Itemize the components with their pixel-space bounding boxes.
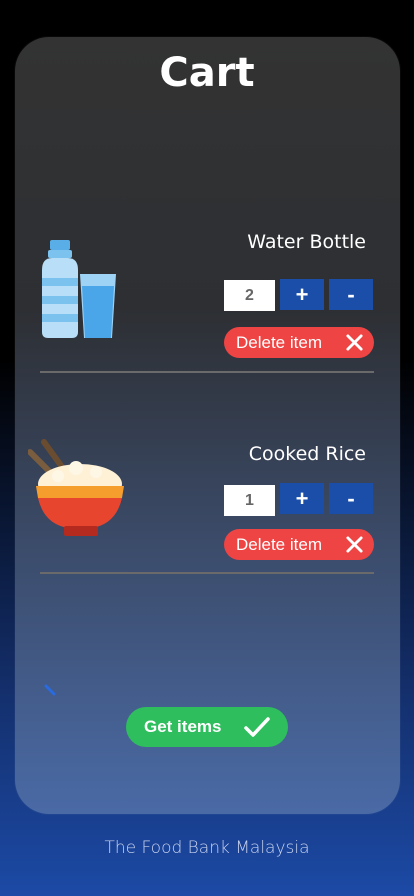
close-icon: [346, 536, 363, 553]
checkmark-icon: [244, 717, 270, 737]
decrease-quantity-button[interactable]: -: [329, 483, 373, 514]
delete-item-button[interactable]: Delete item: [224, 529, 374, 560]
item-name: Cooked Rice: [248, 443, 366, 465]
close-icon: [346, 334, 363, 351]
rice-bowl-icon: [28, 439, 124, 536]
increase-quantity-button[interactable]: +: [280, 279, 324, 310]
water-bottle-icon: [42, 240, 116, 338]
increase-quantity-button[interactable]: +: [280, 483, 324, 514]
loading-spinner-icon: [44, 684, 56, 696]
cart-card: [15, 37, 400, 814]
quantity-field[interactable]: 1: [224, 485, 275, 516]
get-items-button[interactable]: Get items: [126, 707, 288, 747]
get-items-label: Get items: [144, 717, 222, 736]
quantity-field[interactable]: 2: [224, 280, 275, 311]
page-title: Cart: [159, 50, 255, 96]
divider: [40, 371, 374, 373]
item-name: Water Bottle: [247, 231, 366, 253]
delete-item-label: Delete item: [236, 534, 322, 554]
footer-text: The Food Bank Malaysia: [104, 838, 310, 858]
decrease-quantity-button[interactable]: -: [329, 279, 373, 310]
delete-item-label: Delete item: [236, 332, 322, 352]
divider: [40, 572, 374, 574]
delete-item-button[interactable]: Delete item: [224, 327, 374, 358]
